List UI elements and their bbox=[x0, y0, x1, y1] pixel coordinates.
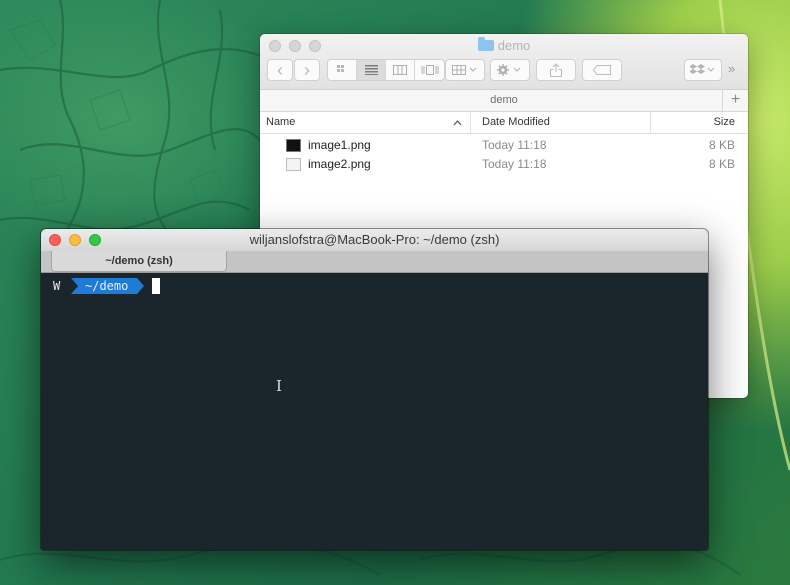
tag-icon bbox=[593, 65, 611, 75]
column-view-button[interactable] bbox=[386, 60, 415, 80]
dropbox-icon bbox=[690, 64, 715, 74]
arrange-icon bbox=[452, 65, 477, 75]
terminal-title: wiljanslofstra@MacBook-Pro: ~/demo (zsh) bbox=[249, 232, 500, 247]
forward-button[interactable]: › bbox=[294, 59, 320, 81]
file-size: 8 KB bbox=[708, 138, 735, 152]
back-button[interactable]: ‹ bbox=[267, 59, 293, 81]
prompt-directory: ~/demo bbox=[71, 278, 145, 294]
ibeam-cursor-icon: I bbox=[276, 377, 282, 395]
finder-title-text: demo bbox=[497, 38, 531, 53]
column-size-label: Size bbox=[713, 116, 735, 128]
file-name: image1.png bbox=[308, 138, 371, 152]
list-icon bbox=[364, 65, 378, 75]
add-tab-button[interactable]: + bbox=[722, 90, 748, 111]
column-header-name[interactable]: Name bbox=[260, 112, 471, 133]
terminal-window-controls bbox=[49, 234, 101, 246]
shell-prompt: W ~/demo bbox=[53, 278, 708, 294]
terminal-tab[interactable]: ~/demo (zsh) bbox=[51, 251, 227, 272]
terminal-content[interactable]: W ~/demo I bbox=[41, 273, 708, 395]
image-file-icon bbox=[286, 139, 301, 152]
chevron-right-icon: › bbox=[304, 60, 310, 80]
toolbar-overflow-button[interactable]: » bbox=[728, 61, 735, 76]
cover-flow-icon bbox=[421, 65, 438, 75]
share-button[interactable] bbox=[536, 59, 576, 81]
zoom-button[interactable] bbox=[89, 234, 101, 246]
action-button[interactable] bbox=[490, 59, 530, 81]
file-size: 8 KB bbox=[708, 157, 735, 171]
double-chevron-icon: » bbox=[728, 61, 736, 76]
chevron-left-icon: ‹ bbox=[277, 60, 283, 80]
icon-view-button[interactable] bbox=[328, 60, 357, 80]
text-cursor bbox=[152, 278, 161, 294]
tag-button[interactable] bbox=[582, 59, 622, 81]
terminal-tab-bar: ~/demo (zsh) bbox=[41, 251, 708, 273]
gear-icon bbox=[497, 64, 521, 76]
column-header-date[interactable]: Date Modified bbox=[471, 112, 651, 133]
finder-title: demo bbox=[260, 37, 748, 53]
file-name: image2.png bbox=[308, 157, 371, 171]
view-mode-group bbox=[327, 59, 445, 81]
file-row[interactable]: image1.png Today 11:18 8 KB bbox=[260, 136, 748, 155]
grid-icon bbox=[336, 64, 344, 72]
chevron-up-icon bbox=[453, 112, 462, 141]
share-icon bbox=[550, 63, 562, 77]
close-button[interactable] bbox=[49, 234, 61, 246]
terminal-window: wiljanslofstra@MacBook-Pro: ~/demo (zsh)… bbox=[41, 229, 708, 550]
image-file-icon bbox=[286, 158, 301, 171]
dropbox-button[interactable] bbox=[684, 59, 722, 81]
minimize-button[interactable] bbox=[69, 234, 81, 246]
column-name-label: Name bbox=[266, 116, 296, 128]
list-view-button[interactable] bbox=[357, 60, 386, 80]
cover-flow-button[interactable] bbox=[415, 60, 444, 80]
terminal-titlebar[interactable]: wiljanslofstra@MacBook-Pro: ~/demo (zsh) bbox=[41, 229, 708, 251]
file-date: Today 11:18 bbox=[482, 138, 547, 152]
list-header: Name Date Modified Size bbox=[260, 112, 748, 134]
finder-path-bar: demo + bbox=[260, 90, 748, 112]
column-date-label: Date Modified bbox=[482, 116, 550, 128]
path-label: demo bbox=[490, 94, 518, 106]
prompt-user: W bbox=[53, 279, 61, 293]
column-header-size[interactable]: Size bbox=[651, 112, 748, 133]
file-row[interactable]: image2.png Today 11:18 8 KB bbox=[260, 155, 748, 174]
file-list: image1.png Today 11:18 8 KB image2.png T… bbox=[260, 134, 748, 174]
finder-toolbar: demo ‹ › » bbox=[260, 34, 748, 90]
columns-icon bbox=[393, 65, 407, 75]
arrange-button[interactable] bbox=[445, 59, 485, 81]
file-date: Today 11:18 bbox=[482, 157, 547, 171]
plus-icon: + bbox=[730, 91, 741, 108]
folder-icon bbox=[477, 37, 494, 51]
